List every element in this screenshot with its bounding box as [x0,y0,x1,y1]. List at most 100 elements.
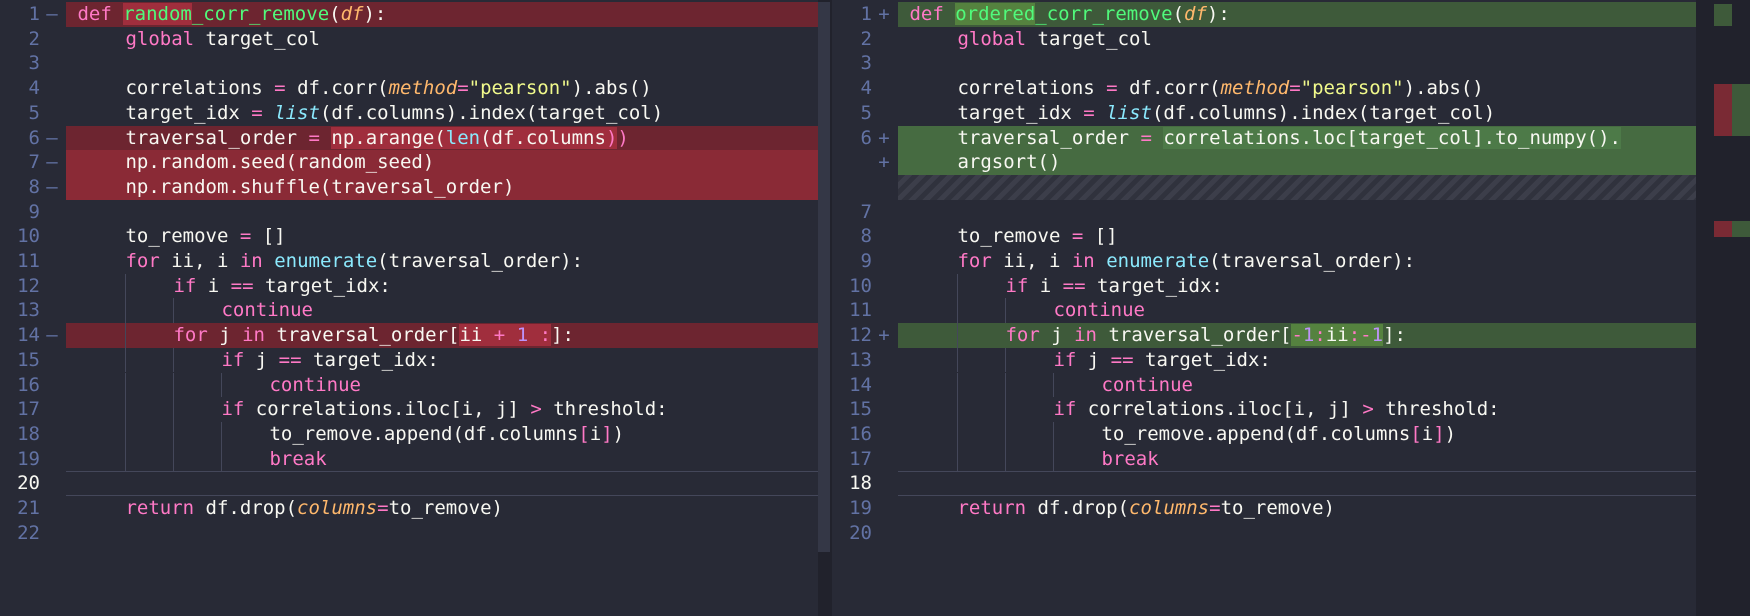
code-token: correlations [125,77,275,100]
line-number-text: 22 [17,521,40,544]
code-line[interactable]: global target_col [66,27,818,52]
line-number-text: 18 [849,472,872,495]
code-token: ).abs() [1403,77,1484,100]
code-line[interactable]: if j == target_idx: [898,347,1696,373]
code-line[interactable]: to_remove.append(df.columns[i]) [66,421,818,447]
code-line[interactable]: for j in traversal_order[-1:ii:-1]: [898,323,1696,348]
code-line[interactable]: to_remove.append(df.columns[i]) [898,421,1696,447]
indent-guide [1053,372,1101,398]
code-line[interactable]: continue [66,298,818,323]
code-line[interactable]: def random_corr_remove(df): [66,2,818,27]
code-token: = [251,101,263,124]
indent-guide [77,249,125,274]
code-line[interactable]: traversal_order = np.arange(len(df.colum… [66,125,818,151]
code-token: to_remove) [1220,497,1335,519]
code-line[interactable] [66,521,818,546]
code-token: + [493,324,506,347]
right-editor-pane[interactable]: 1 +2 3 4 5 6 + +7 8 9 10 11 12 +13 14 15 16 17 18 19 20 def … [832,0,1696,616]
line-number: 9 [832,249,898,274]
right-code-area[interactable]: def ordered_corr_remove(df): global targ… [898,0,1696,616]
indent-guide [77,422,125,447]
code-line[interactable]: for ii, i in enumerate(traversal_order): [66,249,818,274]
code-line[interactable]: continue [66,372,818,398]
code-line[interactable]: continue [898,372,1696,398]
indent-guide [77,27,125,52]
code-token: continue [1053,299,1145,322]
code-token: = [308,126,320,149]
code-line[interactable]: if j == target_idx: [66,347,818,373]
indent-guide [125,397,173,422]
code-line[interactable]: return df.drop(columns=to_remove) [66,496,818,521]
code-line[interactable]: correlations = df.corr(method="pearson")… [898,76,1696,101]
indent-guide [957,372,1005,398]
code-line[interactable]: break [898,446,1696,472]
line-number: 3 [832,51,898,76]
code-token: for [125,250,172,272]
code-line[interactable]: for ii, i in enumerate(traversal_order): [898,249,1696,274]
code-line[interactable]: continue [898,298,1696,323]
scroll-thumb[interactable] [818,2,830,552]
code-token: = [377,497,389,519]
code-token: traversal_order [125,126,309,149]
code-line[interactable]: np.random.seed(random_seed) [66,150,818,175]
code-line[interactable]: np.random.shuffle(traversal_order) [66,174,818,200]
indent-guide [957,323,1005,348]
indent-guide [1005,347,1053,373]
code-token: > [530,398,542,421]
line-number: 11 [832,298,898,323]
code-token: ): [1206,3,1230,25]
code-line[interactable]: break [66,446,818,472]
left-scrollbar[interactable] [818,0,832,616]
code-token: ] [601,422,613,445]
code-token: list [1106,101,1152,124]
line-number-text: 5 [860,101,872,124]
code-line[interactable] [898,471,1696,496]
code-line[interactable]: if i == target_idx: [898,273,1696,299]
code-token: ) [612,422,625,445]
code-line[interactable]: argsort() [898,150,1696,175]
code-line[interactable]: target_idx = list(df.columns).index(targ… [66,101,818,126]
indent-guide [957,347,1005,373]
line-number: 15 [0,348,66,373]
code-token: if [221,348,256,371]
code-line[interactable]: for j in traversal_order[ii + 1 :]: [66,323,818,348]
code-line[interactable]: global target_col [898,27,1696,52]
code-token: :- [1348,324,1372,347]
minimap-change-marker [1714,221,1732,237]
line-number-text: 17 [849,447,872,470]
code-line[interactable] [898,521,1696,546]
line-number: 15 [832,397,898,422]
right-scrollbar-minimap[interactable] [1696,0,1750,616]
code-line[interactable] [66,200,818,225]
code-token: in [239,250,275,272]
code-token: (traversal_order): [377,250,584,272]
line-number: 20 [832,521,898,546]
code-token: ii, i [171,250,240,272]
code-line[interactable]: to_remove = [] [898,224,1696,249]
indent-guide [77,76,125,101]
code-token [505,324,517,347]
left-editor-pane[interactable]: 1—2 3 4 5 6—7—8—9 10 11 12 13 14—15 16 17 18 19 20 21 22… [0,0,818,616]
code-line[interactable]: correlations = df.corr(method="pearson")… [66,76,818,101]
code-token: == [230,274,254,297]
code-token: target_idx: [1085,274,1223,297]
code-line[interactable] [898,200,1696,225]
code-line[interactable]: def ordered_corr_remove(df): [898,2,1696,27]
indent-guide [909,274,957,299]
code-token: to_remove) [388,497,503,519]
code-line[interactable]: traversal_order = correlations.loc[targe… [898,125,1696,151]
code-line[interactable]: if correlations.iloc[i, j] > threshold: [66,397,818,422]
code-line[interactable] [66,471,818,496]
code-line[interactable]: to_remove = [] [66,224,818,249]
code-line[interactable]: target_idx = list(df.columns).index(targ… [898,101,1696,126]
line-number-text: 16 [17,373,40,396]
code-token: break [1101,447,1159,470]
line-number-text: 17 [17,398,40,421]
code-line[interactable]: return df.drop(columns=to_remove) [898,496,1696,521]
code-token: (df.columns).index(target_col) [1151,101,1496,124]
code-line[interactable] [898,51,1696,76]
code-line[interactable] [66,51,818,76]
left-code-area[interactable]: def random_corr_remove(df): global targe… [66,0,818,616]
code-line[interactable]: if correlations.iloc[i, j] > threshold: [898,397,1696,422]
code-line[interactable]: if i == target_idx: [66,273,818,299]
